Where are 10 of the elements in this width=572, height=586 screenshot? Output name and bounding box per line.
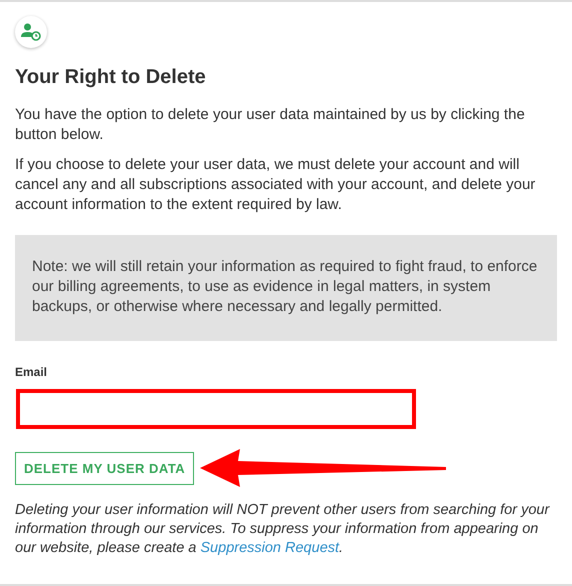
email-input[interactable] (16, 389, 416, 429)
page-title: Your Right to Delete (15, 66, 207, 89)
note-panel: Note: we will still retain your information as required to fight fraud, to enforce our billing agreements, to use as evidence in legal matters, in system backups, or otherwise where necessary and legally permitted. (15, 235, 557, 341)
delete-data-button[interactable]: DELETE MY USER DATA (15, 452, 194, 484)
body-paragraph: You have the option to delete your user data maintained by us by clicking the button below. (15, 105, 526, 145)
email-label: Email (15, 365, 48, 379)
user-clock-icon (21, 23, 41, 41)
body-paragraph: If you choose to delete your user data, we must delete your account and will cancel any and all subscriptions associated with your account, and delete your account information to the extent required by law. (15, 155, 536, 215)
suppression-request-link[interactable]: Suppression Request (200, 540, 340, 556)
disclaimer-text: Deleting your user information will NOT prevent other users from searching for your information through our services. To suppress your information from appearing on our website, please create a Suppression Request. (15, 501, 551, 558)
